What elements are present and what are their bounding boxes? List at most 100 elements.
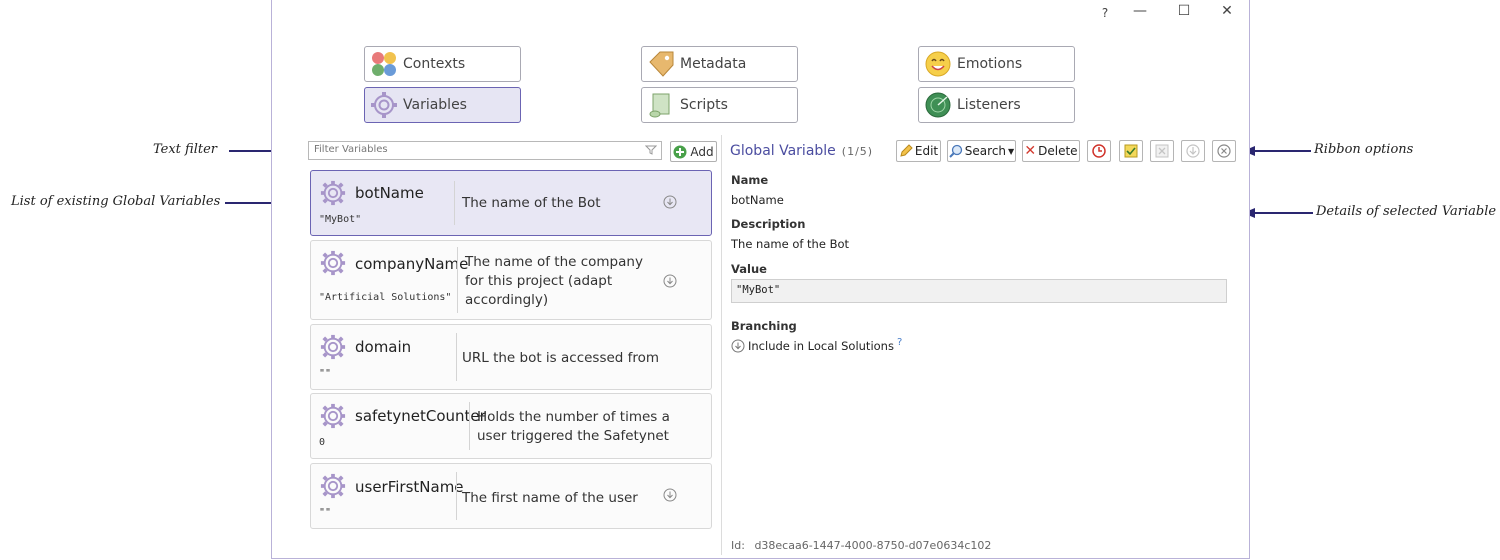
name-label: Name — [731, 173, 769, 187]
exclude-branch-button[interactable] — [1212, 140, 1236, 162]
unapprove-button[interactable] — [1150, 140, 1174, 162]
maximize-button[interactable]: ☐ — [1172, 3, 1196, 19]
add-plus-icon — [673, 145, 687, 158]
help-button[interactable]: ? — [1093, 6, 1117, 20]
branching-option-label: Include in Local Solutions — [748, 339, 894, 353]
edit-button[interactable]: Edit — [896, 140, 941, 162]
detail-title: Global Variable (1/5) — [730, 143, 873, 159]
category-variables-button[interactable]: Variables — [364, 87, 521, 123]
variable-card[interactable]: domain "" URL the bot is accessed from — [310, 324, 712, 390]
arrow-ribbon-options — [1243, 146, 1311, 156]
annotation-text-filter: Text filter — [153, 142, 218, 157]
magnifier-icon — [949, 144, 962, 158]
panel-divider — [721, 135, 722, 555]
variable-counter: (1/5) — [841, 145, 874, 158]
box-x-icon — [1155, 144, 1169, 158]
variable-value: "MyBot" — [319, 214, 362, 225]
search-button[interactable]: Search ▼ — [947, 140, 1016, 162]
card-separator — [456, 333, 457, 381]
card-separator — [456, 472, 457, 520]
annotation-ribbon-options: Ribbon options — [1314, 142, 1414, 157]
description-label: Description — [731, 217, 806, 231]
category-listeners-label: Listeners — [957, 97, 1021, 113]
delete-label: Delete — [1038, 144, 1078, 158]
variable-description: The name of the Bot — [462, 195, 601, 211]
category-emotions-label: Emotions — [957, 56, 1023, 72]
variable-description: The first name of the user — [462, 490, 638, 506]
variable-description: The name of the company for this project… — [465, 254, 643, 308]
filter-placeholder: Filter Variables — [314, 144, 388, 155]
variable-gear-icon — [320, 250, 346, 276]
add-label: Add — [690, 144, 714, 159]
edit-label: Edit — [914, 144, 939, 158]
include-branch-icon[interactable] — [663, 488, 677, 502]
category-contexts-label: Contexts — [403, 56, 466, 72]
history-button[interactable] — [1087, 140, 1111, 162]
variable-card[interactable]: userFirstName "" The first name of the use… — [310, 463, 712, 529]
approve-button[interactable] — [1119, 140, 1143, 162]
cancel-circle-icon — [1217, 144, 1231, 158]
search-label: Search — [964, 144, 1007, 158]
name-value: botName — [731, 193, 784, 207]
annotation-global-variables-list: List of existing Global Variables — [11, 194, 221, 209]
history-clock-icon — [1092, 144, 1106, 158]
delete-button[interactable]: ✕ Delete — [1022, 140, 1080, 162]
variable-card[interactable]: botName "MyBot" The name of the Bot — [310, 170, 712, 236]
emotions-smiley-icon — [923, 49, 953, 79]
arrow-variable-details — [1243, 208, 1313, 218]
variable-gear-icon — [320, 473, 346, 499]
card-separator — [469, 402, 470, 450]
close-window-button[interactable]: ✕ — [1215, 3, 1239, 19]
id-label: Id: — [731, 539, 745, 552]
category-contexts-button[interactable]: Contexts — [364, 46, 521, 82]
variable-description: Holds the number of times a user trigger… — [477, 409, 670, 444]
branching-option[interactable]: Include in Local Solutions ? — [731, 337, 902, 353]
variable-name: userFirstName — [355, 478, 464, 496]
help-question-icon[interactable]: ? — [897, 337, 902, 348]
category-emotions-button[interactable]: Emotions — [918, 46, 1075, 82]
variable-card[interactable]: companyName "Artificial Solutions" The nam… — [310, 240, 712, 320]
checkbox-check-icon — [1124, 144, 1138, 158]
category-variables-label: Variables — [403, 97, 467, 113]
filter-variables-input[interactable]: Filter Variables — [308, 141, 662, 160]
variable-card[interactable]: safetynetCounter 0 Holds the number of tim… — [310, 393, 712, 459]
value-field: "MyBot" — [731, 279, 1227, 303]
variable-name: safetynetCounter — [355, 407, 486, 425]
variable-name: domain — [355, 338, 412, 356]
description-value: The name of the Bot — [731, 237, 850, 251]
variables-gear-icon — [369, 90, 399, 120]
variable-gear-icon — [320, 180, 346, 206]
variable-gear-icon — [320, 334, 346, 360]
variable-gear-icon — [320, 403, 346, 429]
category-metadata-label: Metadata — [680, 56, 747, 72]
variable-value: "Artificial Solutions" — [319, 292, 452, 303]
pencil-icon — [900, 144, 913, 157]
card-separator — [457, 247, 458, 313]
variable-value: "" — [319, 507, 332, 518]
category-scripts-label: Scripts — [680, 97, 728, 113]
variable-value: "" — [319, 368, 332, 379]
scripts-scroll-icon — [646, 90, 676, 120]
global-variables-window: ? — ☐ ✕ Contexts Metadata Emotions Varia… — [271, 0, 1250, 559]
value-label: Value — [731, 262, 767, 276]
minimize-button[interactable]: — — [1128, 3, 1152, 19]
include-branch-icon[interactable] — [663, 195, 677, 209]
variable-description: URL the bot is accessed from — [462, 350, 660, 366]
clear-filter-icon[interactable] — [645, 144, 657, 156]
category-listeners-button[interactable]: Listeners — [918, 87, 1075, 123]
id-value: d38ecaa6-1447-4000-8750-d07e0634c102 — [754, 539, 992, 552]
add-variable-button[interactable]: Add — [670, 141, 717, 162]
include-branch-icon[interactable] — [663, 274, 677, 288]
detail-title-text: Global Variable — [730, 143, 836, 159]
include-branch-icon — [731, 339, 745, 353]
variable-id: Id: d38ecaa6-1447-4000-8750-d07e0634c102 — [731, 539, 991, 552]
contexts-icon — [369, 49, 399, 79]
listeners-radar-icon — [923, 90, 953, 120]
include-branch-button[interactable] — [1181, 140, 1205, 162]
branching-label: Branching — [731, 319, 797, 333]
category-metadata-button[interactable]: Metadata — [641, 46, 798, 82]
category-scripts-button[interactable]: Scripts — [641, 87, 798, 123]
download-circle-icon — [1186, 144, 1200, 158]
metadata-tag-icon — [646, 49, 676, 79]
card-separator — [454, 181, 455, 225]
